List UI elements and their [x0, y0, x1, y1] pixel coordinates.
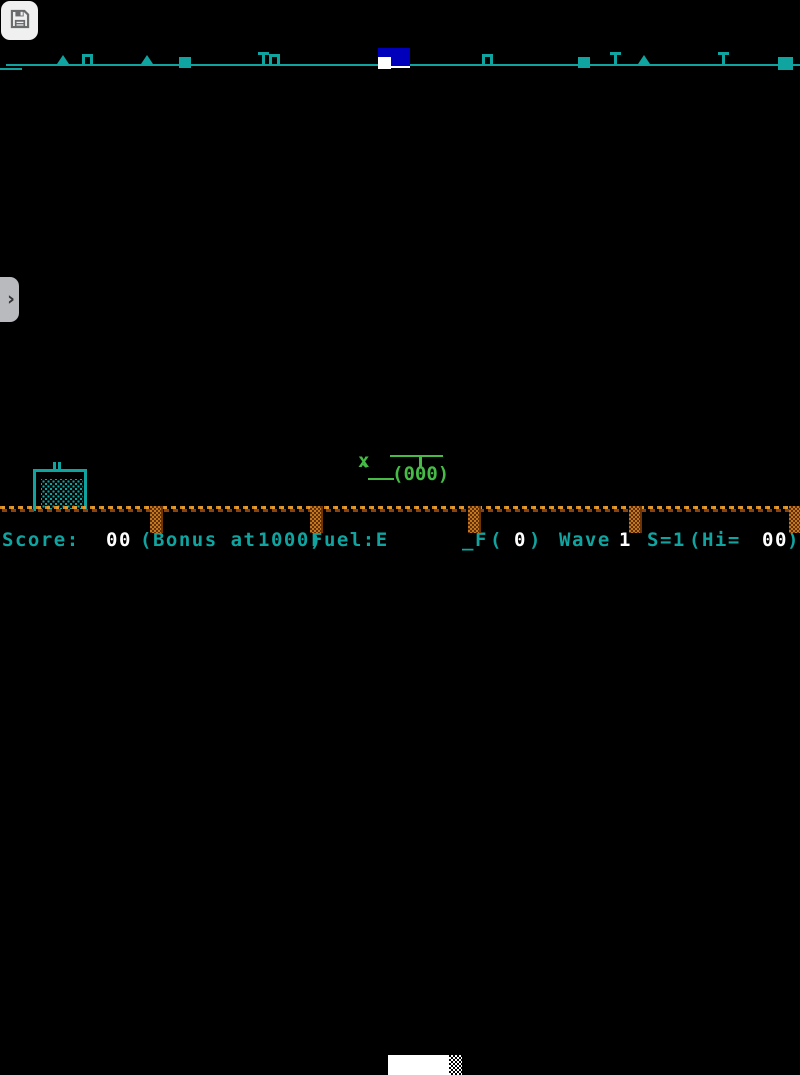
- status-fuel-count: 0: [514, 529, 527, 552]
- status-bar: Score:00(Bonus at1000)Fuel:E_F(0)Wave1S=…: [0, 526, 800, 554]
- radar-blip-building: [82, 54, 93, 68]
- ground-post: [310, 506, 323, 533]
- status-score-value: 00: [106, 529, 132, 552]
- status-hi-label: (Hi=: [689, 529, 741, 552]
- heli-tail-boom: [368, 478, 394, 480]
- depot-fuel-fill: [41, 479, 83, 509]
- fuel-depot: [33, 469, 87, 511]
- ground-post: [629, 506, 642, 533]
- ground-dashes-bottom: [2, 509, 800, 512]
- radar-blip-tee: [718, 52, 729, 68]
- status-fuel-paren-open: (: [490, 529, 503, 552]
- status-hi-value: 00: [762, 529, 788, 552]
- depot-chimney: [53, 462, 56, 472]
- radar-blip-building: [482, 54, 493, 68]
- depot-chimney: [58, 462, 61, 472]
- game-screen[interactable]: x ` (000) Score:00(Bonus at1000)Fuel:E_F…: [0, 0, 800, 600]
- drawer-toggle-button[interactable]: ›: [0, 277, 19, 322]
- radar-blip-triangle: [141, 55, 153, 64]
- status-fuel-paren-close: ): [529, 529, 542, 552]
- radar-blip-square: [778, 57, 793, 70]
- heli-body: (000): [392, 465, 449, 484]
- player-helicopter: x ` (000): [355, 448, 455, 490]
- chevron-right-icon: ›: [7, 290, 15, 309]
- floppy-icon: [9, 8, 31, 34]
- status-ships-label: S=1: [647, 529, 686, 552]
- radar-strip: [0, 0, 800, 80]
- ground-post: [468, 506, 481, 533]
- radar-blip-square: [578, 57, 590, 68]
- ground: [0, 506, 800, 513]
- status-wave-label: Wave: [559, 529, 611, 552]
- radar-blip-tee: [610, 52, 621, 68]
- ground-post: [789, 506, 800, 533]
- radar-player-marker: [378, 57, 391, 69]
- radar-viewport-underline: [391, 66, 410, 68]
- ground-post: [150, 506, 163, 533]
- radar-blip-building: [269, 54, 280, 68]
- radar-terrain-line-step: [0, 68, 22, 70]
- heli-tail-tip: `: [360, 464, 371, 483]
- status-score-label: Score:: [2, 529, 80, 552]
- save-button[interactable]: [1, 1, 38, 40]
- radar-viewport: [378, 48, 410, 68]
- heli-main-rotor: [390, 455, 443, 457]
- fuel-gauge-bar-end: [449, 1055, 462, 1075]
- fuel-gauge-bar: [388, 1055, 449, 1075]
- radar-blip-triangle: [638, 55, 650, 64]
- radar-blip-square: [179, 57, 191, 68]
- radar-blip-tee: [258, 52, 269, 68]
- radar-blip-triangle: [57, 55, 69, 64]
